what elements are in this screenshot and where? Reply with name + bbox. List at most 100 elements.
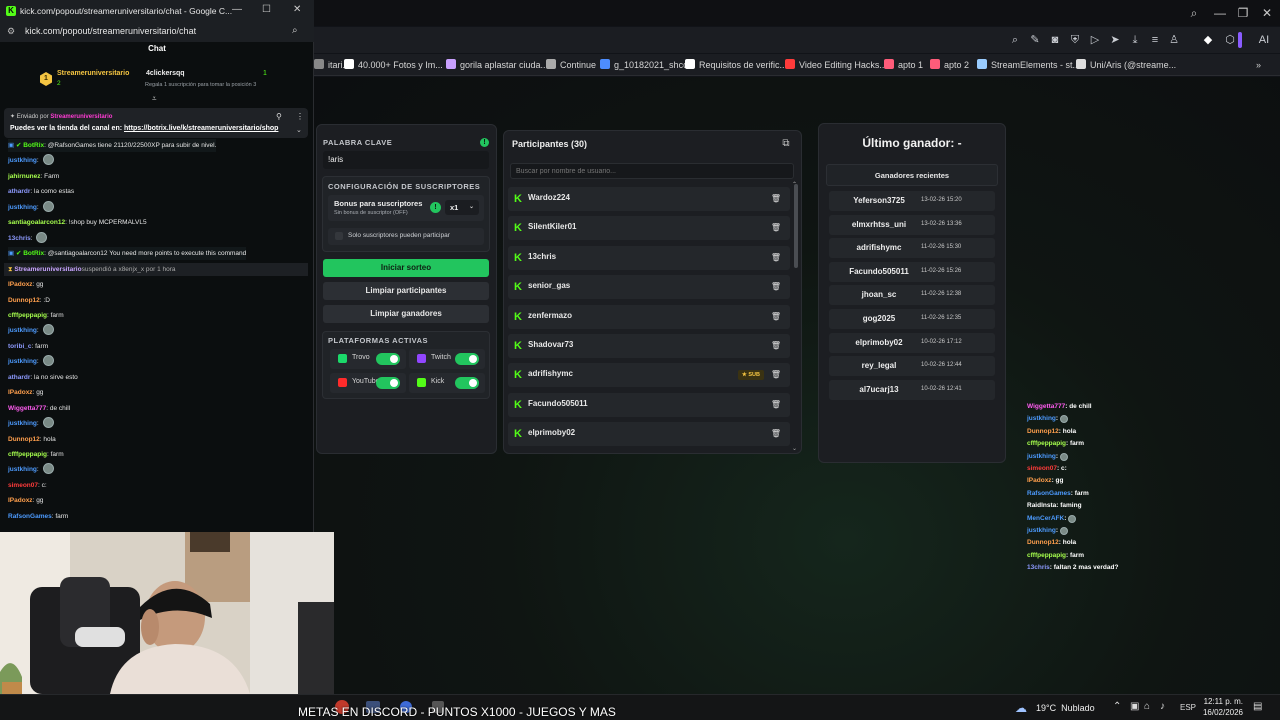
delete-icon[interactable]: 🗑: [770, 193, 782, 205]
more-options-icon[interactable]: ⋮: [296, 112, 304, 121]
bookmark-item[interactable]: apto 1: [884, 58, 923, 72]
chat-username[interactable]: athardr: [8, 374, 30, 381]
pinned-link[interactable]: https://botrix.live/k/streameruniversita…: [124, 125, 278, 132]
top-gifter-name[interactable]: Streameruniversitario: [57, 70, 129, 77]
chat-username[interactable]: justkhing: [8, 204, 37, 211]
participant-search-input[interactable]: [510, 163, 794, 179]
chat-username[interactable]: cfffpeppapig: [8, 312, 47, 319]
delete-icon[interactable]: 🗑: [770, 428, 782, 440]
chat-username[interactable]: Dunnop12: [8, 297, 40, 304]
bookmark-item[interactable]: Uni/Aris (@streame...: [1076, 58, 1176, 72]
chat-username[interactable]: santiagoalarcon12: [8, 219, 65, 226]
bookmark-item[interactable]: g_10182021_shcc: [600, 58, 688, 72]
delete-icon[interactable]: 🗑: [770, 311, 782, 323]
chat-username[interactable]: cfffpeppapig: [8, 451, 47, 458]
platform-toggle[interactable]: [455, 353, 479, 365]
subs-only-checkbox[interactable]: [335, 232, 343, 240]
bookmark-item[interactable]: 40.000+ Fotos y Im...: [344, 58, 443, 72]
chat-username[interactable]: justkhing: [8, 466, 37, 473]
info-icon[interactable]: !: [480, 138, 489, 147]
ai-button[interactable]: AI: [1250, 32, 1278, 48]
send-icon[interactable]: ➤: [1107, 32, 1123, 48]
platform-toggle[interactable]: [376, 353, 400, 365]
play-icon[interactable]: ▷: [1087, 32, 1103, 48]
network-icon[interactable]: ⌂: [1144, 701, 1150, 712]
participant-row[interactable]: K 13chris 🗑: [508, 245, 790, 270]
participant-row[interactable]: K Wardoz224 🗑: [508, 187, 790, 211]
chat-close-icon[interactable]: ✕: [293, 4, 301, 15]
chat-username[interactable]: toribi_c: [8, 343, 31, 350]
collapse-icon[interactable]: ⩡: [152, 94, 157, 104]
delete-icon[interactable]: 🗑: [770, 222, 782, 234]
shield-icon[interactable]: ⛨: [1067, 32, 1083, 48]
clear-participants-button[interactable]: Limpiar participantes: [323, 282, 489, 300]
keyword-input[interactable]: !aris: [323, 151, 489, 169]
bookmark-item[interactable]: Continue: [546, 58, 596, 72]
next-gifter-name[interactable]: 4clickersqq: [146, 70, 185, 77]
delete-icon[interactable]: 🗑: [770, 281, 782, 293]
delete-icon[interactable]: 🗑: [770, 399, 782, 411]
language-indicator[interactable]: ESP: [1180, 703, 1196, 712]
chat-username[interactable]: BotRix: [23, 142, 44, 149]
cube-icon[interactable]: ⬡: [1222, 32, 1238, 48]
participant-row[interactable]: Kelprimoby02 🗑: [508, 422, 790, 447]
participant-row[interactable]: Kadrifishymc ★ SUB 🗑: [508, 363, 790, 388]
bookmark-item[interactable]: Requisitos de verific...: [685, 58, 787, 72]
expand-icon[interactable]: ⌄: [296, 126, 302, 134]
search-icon[interactable]: ⌕: [1007, 32, 1023, 48]
bonus-info-icon[interactable]: !: [430, 202, 441, 213]
participant-row[interactable]: K SilentKiler01 🗑: [508, 216, 790, 241]
bookmark-item[interactable]: gorila aplastar ciuda...: [446, 58, 548, 72]
chat-minimize-icon[interactable]: —: [232, 4, 242, 15]
chat-maximize-icon[interactable]: ☐: [262, 4, 271, 15]
clear-winners-button[interactable]: Limpiar ganadores: [323, 305, 489, 323]
bookmark-item[interactable]: StreamElements - st...: [977, 58, 1080, 72]
volume-icon[interactable]: ♪: [1160, 701, 1165, 712]
chat-username[interactable]: Wiggetta777: [8, 405, 46, 412]
scroll-up-icon[interactable]: ⌃: [792, 181, 797, 188]
zoom-icon[interactable]: ⌕: [292, 25, 298, 36]
weather-text[interactable]: 19°C Nublado: [1036, 703, 1095, 713]
chat-username[interactable]: RafsonGames: [8, 513, 52, 520]
chat-username[interactable]: jahirnunez: [8, 173, 41, 180]
bonus-multiplier-select[interactable]: x1 ⌄: [445, 200, 479, 215]
chat-username[interactable]: BotRix: [23, 250, 44, 257]
chat-username[interactable]: IPadoxz: [8, 281, 33, 288]
close-icon[interactable]: ✕: [1257, 4, 1277, 22]
participant-row[interactable]: Ksenior_gas 🗑: [508, 275, 790, 300]
notification-icon[interactable]: ▤: [1253, 701, 1262, 712]
site-settings-icon[interactable]: ⚙: [7, 26, 15, 37]
chat-username[interactable]: 13chris: [8, 235, 31, 242]
chat-username[interactable]: justkhing: [8, 358, 37, 365]
chat-username[interactable]: IPadoxz: [8, 389, 33, 396]
delete-icon[interactable]: 🗑: [770, 369, 782, 381]
participant-row[interactable]: K Shadovar73 🗑: [508, 334, 790, 358]
extension-icon[interactable]: ◆: [1200, 32, 1216, 48]
delete-icon[interactable]: 🗑: [770, 340, 782, 352]
restore-icon[interactable]: ❐: [1233, 4, 1253, 22]
chat-username[interactable]: simeon07: [8, 482, 38, 489]
clock-time[interactable]: 12:11 p. m.: [1201, 697, 1243, 706]
download-icon[interactable]: ⤓: [1127, 32, 1143, 48]
edit-icon[interactable]: ✎: [1027, 32, 1043, 48]
chat-username[interactable]: justkhing: [8, 157, 37, 164]
bookmark-item[interactable]: apto 2: [930, 58, 969, 72]
chat-username[interactable]: justkhing: [8, 420, 37, 427]
chat-username[interactable]: athardr: [8, 188, 30, 195]
profile-icon[interactable]: ♙: [1166, 32, 1182, 48]
camera-icon[interactable]: ◙: [1047, 32, 1063, 48]
chat-address-bar[interactable]: ⚙ kick.com/popout/streameruniversitario/…: [0, 22, 314, 42]
tray-app-icon[interactable]: ▣: [1130, 701, 1139, 712]
participant-row[interactable]: K Facundo505011 🗑: [508, 392, 790, 417]
start-giveaway-button[interactable]: Iniciar sorteo: [323, 259, 489, 277]
unpin-icon[interactable]: ⚲: [276, 112, 282, 121]
participants-scrollbar[interactable]: [794, 184, 798, 268]
minimize-icon[interactable]: —: [1210, 4, 1230, 22]
participant-row[interactable]: Kzenfermazo 🗑: [508, 304, 790, 329]
bookmark-item[interactable]: Video Editing Hacks...: [785, 58, 887, 72]
delete-icon[interactable]: 🗑: [770, 252, 782, 264]
chat-username[interactable]: IPadoxz: [8, 497, 33, 504]
chat-username[interactable]: Dunnop12: [8, 436, 40, 443]
copy-icon[interactable]: ⧉: [780, 138, 792, 150]
scroll-down-icon[interactable]: ⌄: [792, 445, 797, 452]
